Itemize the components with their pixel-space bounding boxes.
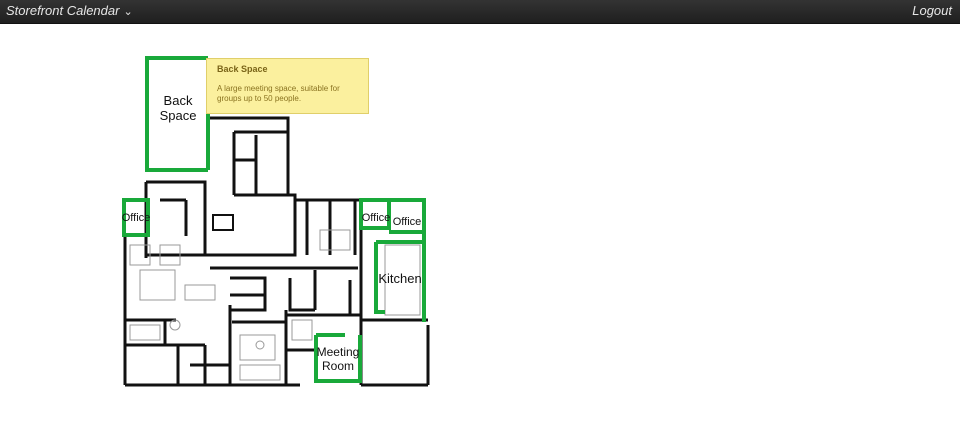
room-label-meeting-room[interactable]: Meeting — [317, 345, 360, 359]
brand-label: Storefront Calendar — [6, 3, 120, 18]
room-tooltip: Back Space A large meeting space, suitab… — [206, 58, 369, 114]
room-label-office-right[interactable]: Office — [393, 216, 422, 228]
top-navbar: Storefront Calendar ⌄ Logout — [0, 0, 960, 24]
walls — [123, 116, 430, 387]
room-label-office-left[interactable]: Office — [122, 212, 151, 224]
room-label-office-mid[interactable]: Office — [362, 212, 391, 224]
room-label-back-space-line2[interactable]: Space — [160, 108, 197, 123]
room-label-meeting-room-line2[interactable]: Room — [322, 359, 354, 373]
room-label-back-space[interactable]: Back — [164, 93, 193, 108]
brand-menu[interactable]: Storefront Calendar ⌄ — [6, 3, 133, 18]
floor-plan: Back Space Office Office Office Kitchen … — [122, 56, 430, 387]
tooltip-description: A large meeting space, suitable for grou… — [217, 84, 340, 103]
logout-link[interactable]: Logout — [912, 3, 952, 18]
room-label-kitchen[interactable]: Kitchen — [378, 271, 421, 286]
chevron-down-icon: ⌄ — [123, 6, 133, 18]
tooltip-title: Back Space — [217, 64, 268, 74]
